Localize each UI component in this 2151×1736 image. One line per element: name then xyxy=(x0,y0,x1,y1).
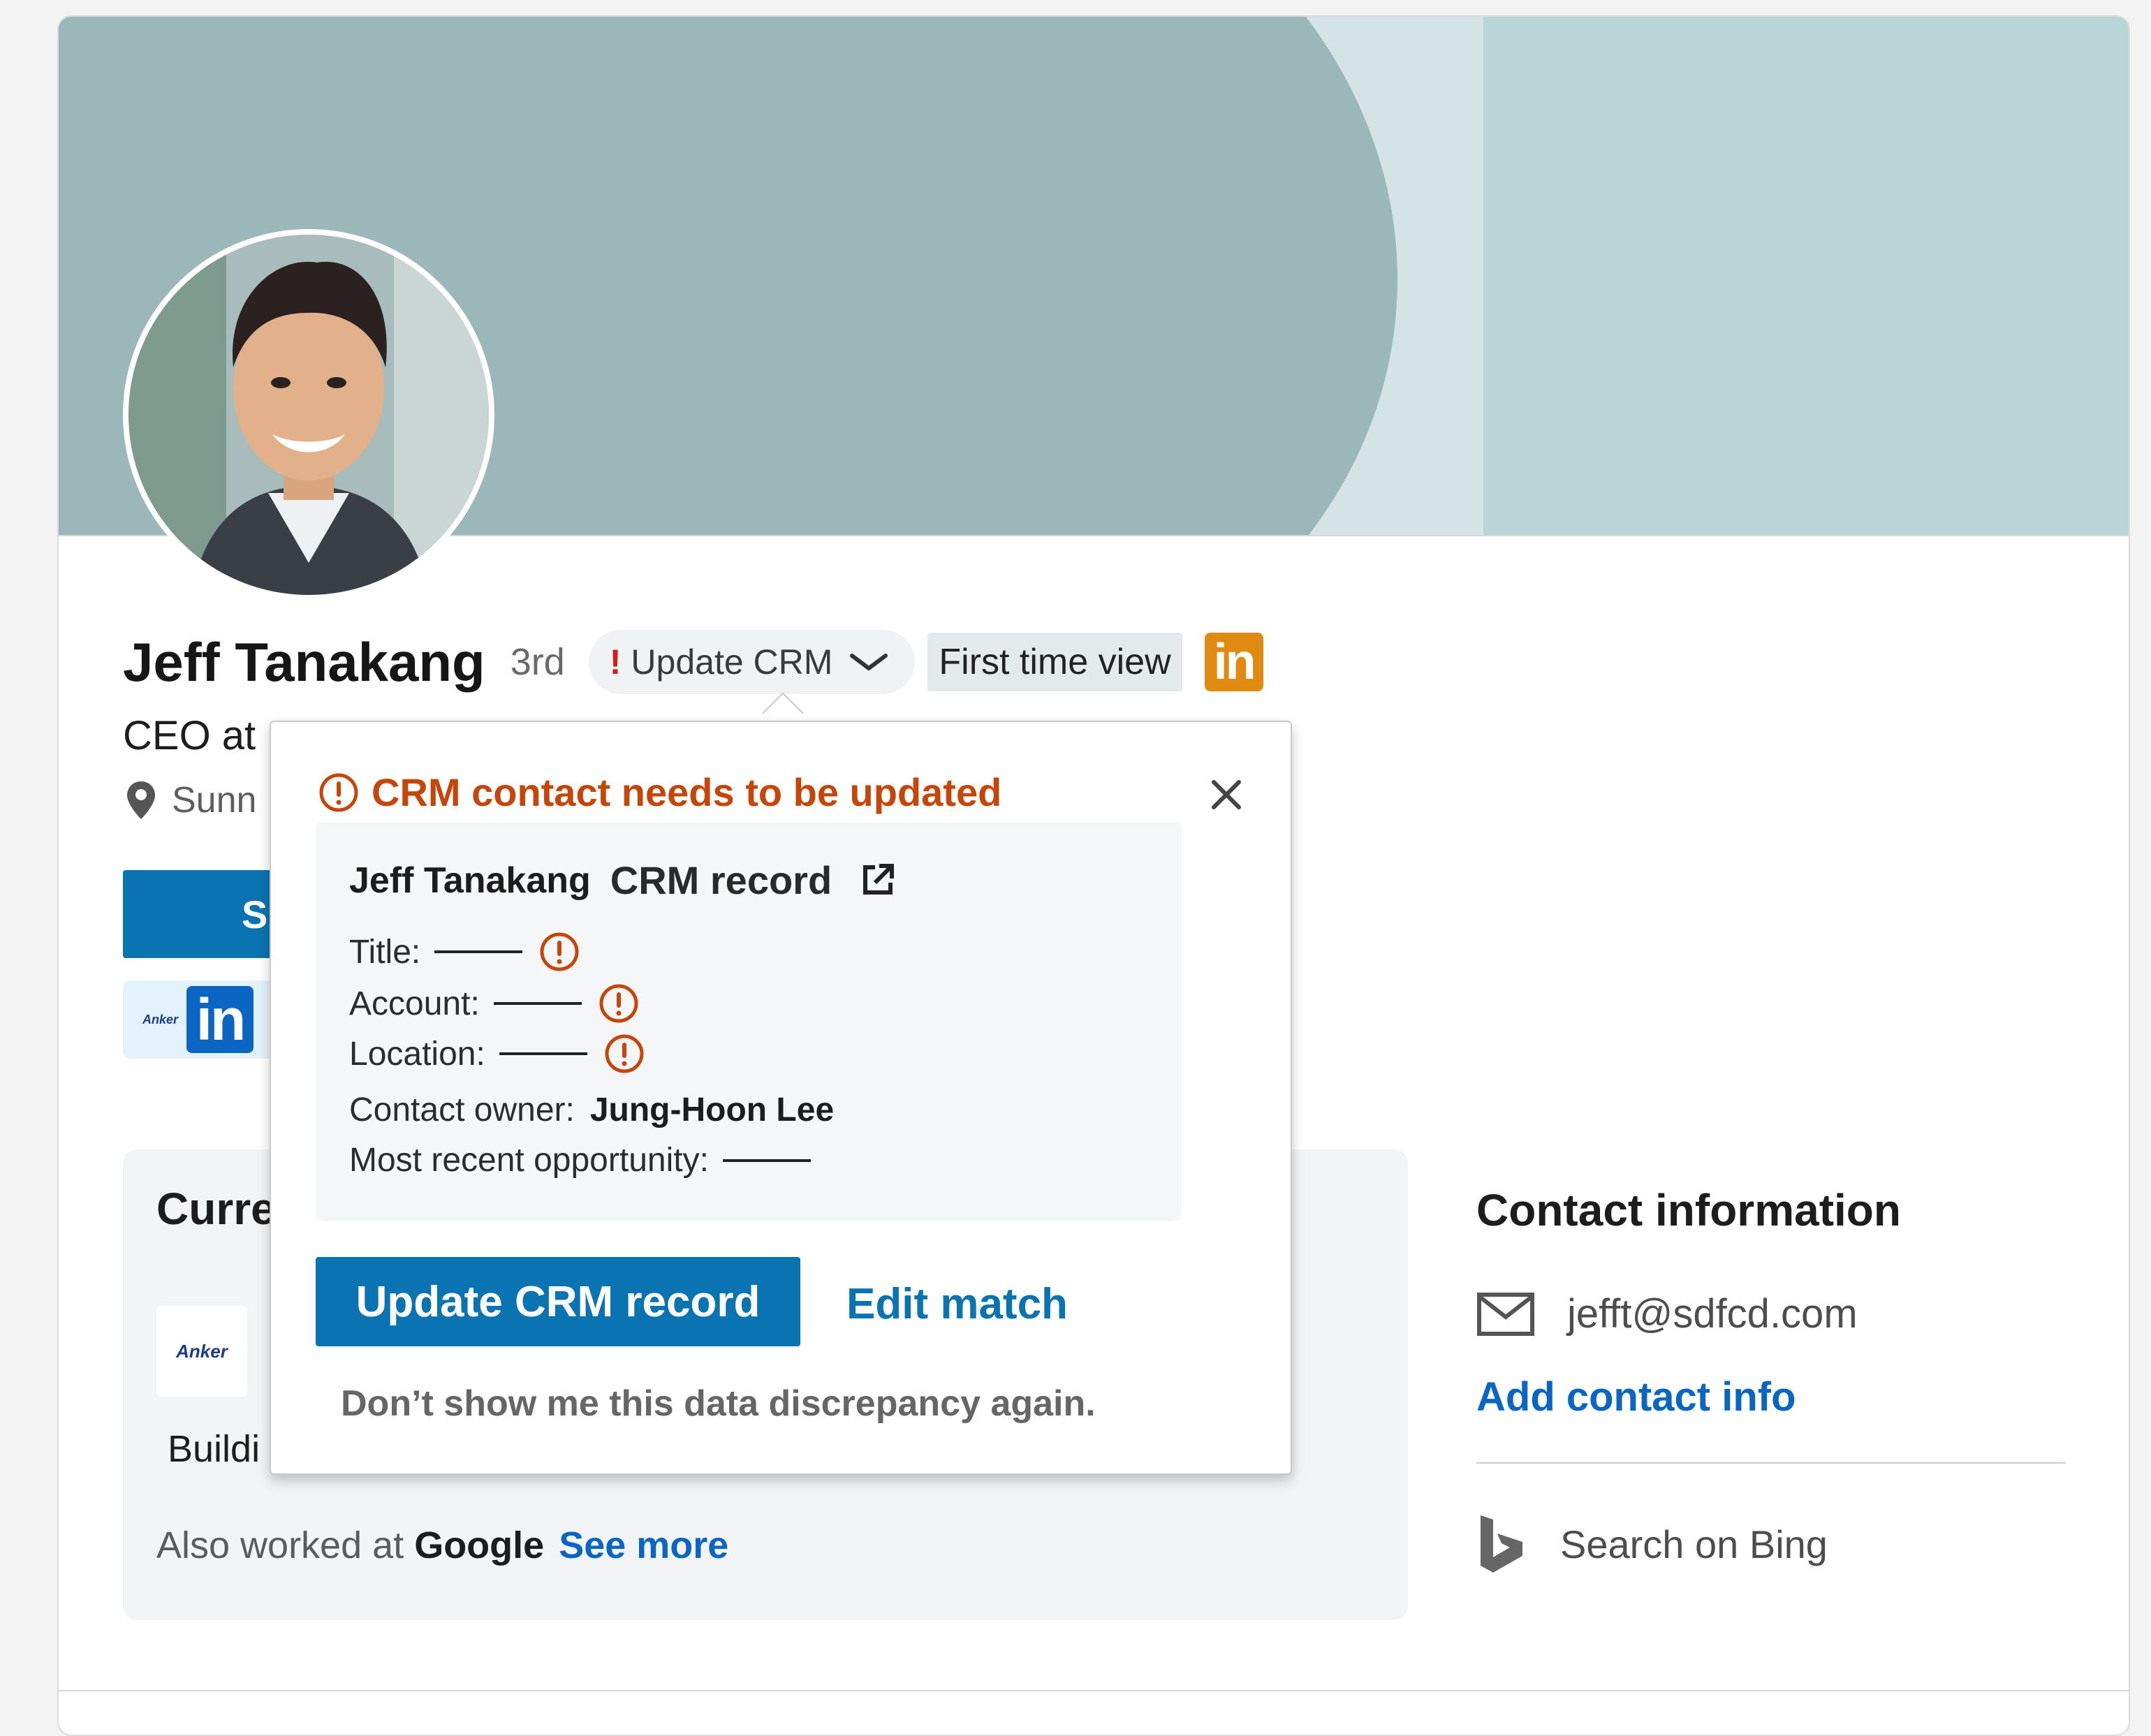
close-icon[interactable] xyxy=(1207,775,1246,814)
contact-information-panel: Contact information jefft@sdfcd.com Add … xyxy=(1476,1184,2066,1574)
crm-record-label: CRM record xyxy=(610,858,832,902)
previous-company: Google xyxy=(414,1524,545,1566)
field-opportunity: Most recent opportunity: xyxy=(349,1141,811,1179)
current-section-title: Curre xyxy=(156,1184,276,1234)
envelope-icon xyxy=(1477,1292,1534,1336)
search-on-bing-label: Search on Bing xyxy=(1560,1522,1828,1566)
see-more-link[interactable]: See more xyxy=(559,1524,728,1566)
profile-name-row: Jeff Tanakang 3rd ! Update CRM First tim… xyxy=(123,627,1263,697)
empty-value-dash xyxy=(499,1052,587,1055)
empty-value-dash xyxy=(493,1002,582,1005)
position-description: Buildi xyxy=(168,1428,260,1470)
profile-name: Jeff Tanakang xyxy=(123,631,485,693)
warning-icon xyxy=(605,1034,644,1073)
field-location-label: Location: xyxy=(349,1035,485,1073)
warning-icon xyxy=(540,932,579,971)
avatar-photo xyxy=(129,235,489,595)
empty-value-dash xyxy=(434,950,523,953)
field-opportunity-label: Most recent opportunity: xyxy=(349,1142,709,1179)
crm-update-popover: CRM contact needs to be updated Jeff Tan… xyxy=(270,721,1292,1475)
contact-owner-value: Jung-Hoon Lee xyxy=(589,1091,835,1128)
location-text: Sunn xyxy=(172,780,257,821)
search-on-bing-link[interactable]: Search on Bing xyxy=(1476,1514,2066,1574)
update-crm-dropdown[interactable]: ! Update CRM xyxy=(588,630,916,694)
edit-match-link[interactable]: Edit match xyxy=(846,1279,1068,1329)
empty-value-dash xyxy=(722,1158,811,1162)
field-title: Title: xyxy=(349,932,580,972)
profile-avatar[interactable] xyxy=(123,229,494,601)
update-crm-record-button[interactable]: Update CRM record xyxy=(316,1257,800,1346)
warning-icon xyxy=(599,984,638,1023)
crm-record-header: Jeff Tanakang CRM record xyxy=(349,858,895,903)
crm-record-name: Jeff Tanakang xyxy=(349,860,591,901)
crm-record-box: Jeff Tanakang CRM record Title: Account: xyxy=(316,823,1182,1221)
dismiss-discrepancy-link[interactable]: Don’t show me this data discrepancy agai… xyxy=(341,1383,1096,1425)
field-account-label: Account: xyxy=(349,985,480,1022)
company-link-strip[interactable]: Anker in xyxy=(123,980,291,1059)
linkedin-icon: in xyxy=(186,986,254,1053)
alert-icon: ! xyxy=(609,642,622,682)
popover-title: CRM contact needs to be updated xyxy=(372,770,1002,814)
email-row[interactable]: jefft@sdfcd.com xyxy=(1476,1290,2066,1337)
section-divider xyxy=(59,1690,2129,1691)
field-contact-owner: Contact owner: Jung-Hoon Lee xyxy=(349,1091,834,1129)
update-crm-label: Update CRM xyxy=(631,642,833,682)
contact-title: Contact information xyxy=(1476,1185,1901,1235)
email-address[interactable]: jefft@sdfcd.com xyxy=(1567,1290,1858,1337)
linkedin-badge-icon[interactable]: in xyxy=(1204,633,1263,691)
also-worked-prefix: Also worked at xyxy=(156,1524,404,1566)
first-time-view-badge: First time view xyxy=(927,633,1182,691)
anker-logo-icon: Anker xyxy=(142,1012,179,1027)
connection-degree: 3rd xyxy=(510,641,565,683)
also-worked-line: Also worked at Google See more xyxy=(156,1524,728,1567)
company-logo[interactable]: Anker xyxy=(156,1306,247,1397)
chevron-down-icon xyxy=(850,654,888,670)
profile-headline: CEO at xyxy=(123,713,256,758)
field-location: Location: xyxy=(349,1033,645,1074)
popover-header: CRM contact needs to be updated xyxy=(318,770,1001,815)
field-title-label: Title: xyxy=(349,933,421,971)
primary-action-label: S xyxy=(242,892,268,936)
add-contact-info-link[interactable]: Add contact info xyxy=(1476,1374,2066,1420)
anker-logo-icon: Anker xyxy=(176,1340,228,1362)
external-link-icon[interactable] xyxy=(860,863,895,898)
contact-divider xyxy=(1476,1462,2066,1464)
field-account: Account: xyxy=(349,983,639,1024)
profile-location: Sunn xyxy=(126,779,256,821)
warning-icon xyxy=(319,773,358,811)
bing-icon xyxy=(1481,1515,1522,1573)
location-pin-icon xyxy=(127,781,155,819)
field-contact-owner-label: Contact owner: xyxy=(349,1091,575,1128)
